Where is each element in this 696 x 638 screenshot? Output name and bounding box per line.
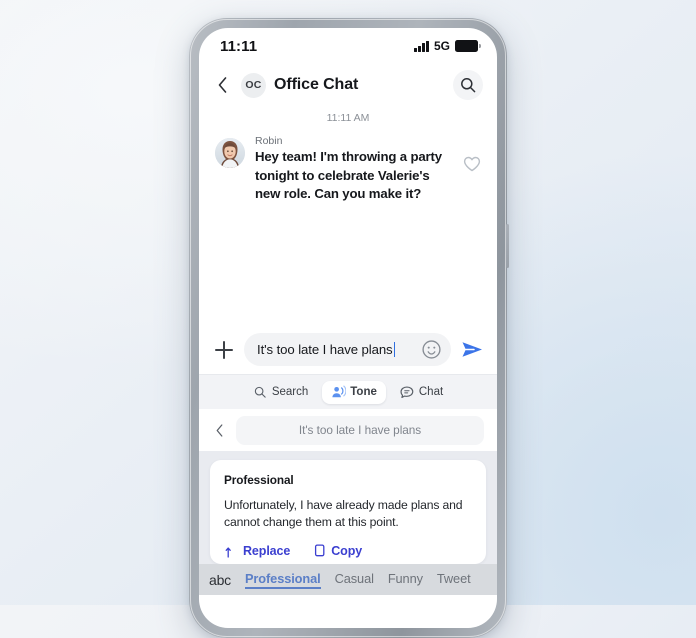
tone-tab-professional[interactable]: Professional <box>244 571 321 589</box>
suggestion-source-bar: It's too late I have plans <box>199 409 497 451</box>
replace-button[interactable]: Replace <box>224 543 290 558</box>
message-input-text: It's too late I have plans <box>257 342 393 357</box>
chat-bubble-icon <box>400 385 415 400</box>
copy-icon <box>312 543 326 558</box>
tone-tab-casual[interactable]: Casual <box>335 571 374 588</box>
status-bar: 11:11 5G <box>199 28 497 64</box>
search-icon[interactable] <box>453 70 483 100</box>
suggestion-source-text[interactable]: It's too late I have plans <box>236 415 484 445</box>
chevron-left-icon[interactable] <box>210 418 228 442</box>
status-indicators: 5G <box>414 39 481 53</box>
tool-chip-label: Search <box>271 386 309 398</box>
tone-tab-tweet[interactable]: Tweet <box>437 571 471 588</box>
replace-arrow-icon <box>224 543 238 558</box>
chevron-left-icon[interactable] <box>212 72 232 98</box>
result-panel: Professional Unfortunately, I have alrea… <box>199 451 497 564</box>
result-text: Unfortunately, I have already made plans… <box>224 498 463 529</box>
send-arrow-icon[interactable] <box>459 337 485 363</box>
abc-keyboard-key[interactable]: abc <box>209 572 231 588</box>
copy-label: Copy <box>331 543 363 558</box>
phone-frame: 11:11 5G OC Office Chat 11:11 AM Robin H… <box>189 18 509 638</box>
page-title: Office Chat <box>274 76 359 93</box>
tone-person-icon <box>331 385 347 400</box>
message-input-value: It's too late I have plans <box>257 342 415 357</box>
tone-tab-bar: abc Professional Casual Funny Tweet <box>199 564 497 595</box>
message-text: Hey team! I'm throwing a party tonight t… <box>255 149 442 201</box>
result-actions: Replace Copy <box>224 543 472 558</box>
message-row: Robin Hey team! I'm throwing a party ton… <box>199 135 497 204</box>
text-caret <box>393 342 396 357</box>
copy-button[interactable]: Copy <box>312 543 362 558</box>
result-tone-label: Professional <box>224 473 294 487</box>
search-icon <box>253 385 268 400</box>
phone-side-button[interactable] <box>506 224 509 268</box>
assistant-tool-strip: Search Tone Chat <box>199 374 497 409</box>
message-sender: Robin <box>255 135 283 147</box>
status-time: 11:11 <box>220 37 258 55</box>
chat-header: OC Office Chat <box>199 64 497 106</box>
network-label: 5G <box>433 39 450 53</box>
conversation-timestamp: 11:11 AM <box>326 112 370 124</box>
tone-result-card: Professional Unfortunately, I have alrea… <box>210 460 486 564</box>
phone-screen: 11:11 5G OC Office Chat 11:11 AM Robin H… <box>199 28 497 628</box>
tool-chip-chat[interactable]: Chat <box>392 381 451 404</box>
message-input-bar: It's too late I have plans <box>199 325 497 374</box>
message-list: 11:11 AM Robin Hey team! I'm throwing a … <box>199 106 497 325</box>
tone-tab-funny[interactable]: Funny <box>388 571 423 588</box>
heart-outline-icon[interactable] <box>461 153 483 175</box>
signal-bars-icon <box>414 40 429 52</box>
tool-chip-label: Chat <box>418 386 444 398</box>
tool-chip-tone[interactable]: Tone <box>322 380 386 404</box>
replace-label: Replace <box>243 543 291 558</box>
message-body: Robin Hey team! I'm throwing a party ton… <box>255 135 451 204</box>
emoji-smiley-icon[interactable] <box>421 339 442 360</box>
group-avatar[interactable]: OC <box>241 72 266 98</box>
robin-avatar[interactable] <box>215 138 245 168</box>
battery-full-icon <box>455 40 481 52</box>
message-input-field[interactable]: It's too late I have plans <box>244 333 451 366</box>
plus-icon[interactable] <box>212 338 236 362</box>
tool-chip-label: Tone <box>350 386 377 398</box>
tool-chip-search[interactable]: Search <box>245 381 316 404</box>
